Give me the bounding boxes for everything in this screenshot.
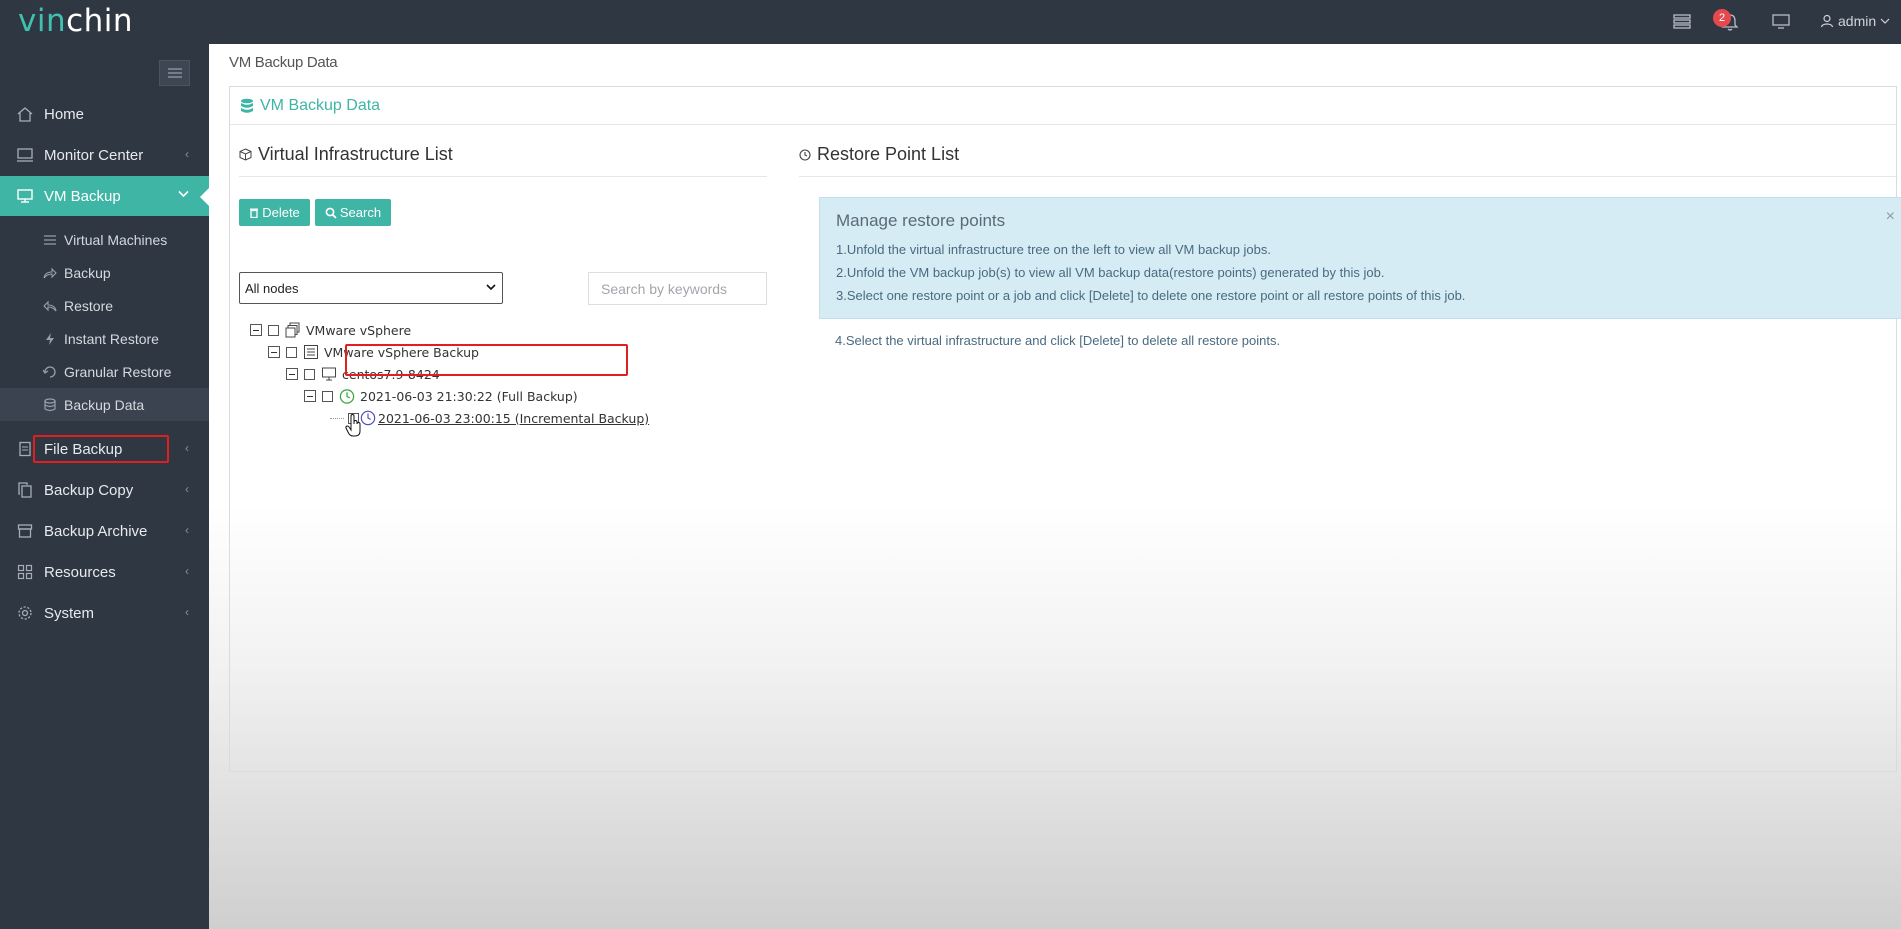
collapse-toggle[interactable] bbox=[286, 368, 298, 380]
chevron-down-icon bbox=[178, 187, 189, 201]
sidebar-subitem-restore[interactable]: Restore bbox=[0, 289, 209, 322]
cube-icon bbox=[239, 148, 252, 161]
search-button[interactable]: Search bbox=[315, 199, 391, 226]
chevron-down-icon bbox=[486, 284, 496, 291]
sidebar-subitem-instant-restore[interactable]: Instant Restore bbox=[0, 322, 209, 355]
tree-checkbox[interactable] bbox=[304, 368, 315, 380]
sidebar-item-backup-archive[interactable]: Backup Archive ‹ bbox=[0, 511, 209, 551]
notification-badge: 2 bbox=[1713, 9, 1731, 27]
sidebar-item-system[interactable]: System ‹ bbox=[0, 593, 209, 633]
sidebar-item-backup-copy[interactable]: Backup Copy ‹ bbox=[0, 470, 209, 510]
sidebar-subitem-virtual-machines[interactable]: Virtual Machines bbox=[0, 223, 209, 256]
bolt-icon bbox=[42, 332, 58, 346]
menu-icon bbox=[167, 68, 182, 78]
breadcrumb: VM Backup Data bbox=[229, 54, 338, 71]
sidebar-item-vm-backup[interactable]: VM Backup bbox=[0, 176, 209, 216]
tree-node-full-backup[interactable]: 2021-06-03 21:30:22 (Full Backup) bbox=[304, 387, 578, 405]
list-icon bbox=[42, 234, 58, 246]
home-icon bbox=[14, 105, 36, 123]
restore-points-info-box: Manage restore points 1.Unfold the virtu… bbox=[819, 197, 1901, 319]
database-icon bbox=[42, 397, 58, 412]
sidebar-toggle-button[interactable] bbox=[159, 60, 190, 86]
user-icon bbox=[1820, 14, 1834, 28]
node-select[interactable]: All nodes bbox=[239, 272, 503, 304]
tree-node-vsphere[interactable]: VMware vSphere bbox=[250, 321, 411, 339]
chevron-left-icon: ‹ bbox=[185, 147, 189, 161]
sidebar-subitem-granular-restore[interactable]: Granular Restore bbox=[0, 355, 209, 388]
panel-title: VM Backup Data bbox=[260, 96, 381, 114]
sidebar-item-resources[interactable]: Resources ‹ bbox=[0, 552, 209, 592]
top-bar: vinchin 2 admin bbox=[0, 0, 1901, 44]
chevron-left-icon: ‹ bbox=[185, 482, 189, 496]
tasks-icon[interactable] bbox=[1672, 12, 1694, 32]
backup-data-highlight-box bbox=[33, 435, 169, 463]
panel-header: VM Backup Data bbox=[230, 87, 1896, 125]
tree-connector bbox=[330, 417, 344, 419]
database-icon bbox=[240, 98, 254, 114]
share-icon bbox=[42, 267, 58, 279]
chevron-down-icon bbox=[1880, 18, 1890, 24]
tree-checkbox[interactable] bbox=[268, 324, 279, 336]
chevron-left-icon: ‹ bbox=[185, 441, 189, 455]
info-line: 1.Unfold the virtual infrastructure tree… bbox=[836, 242, 1271, 257]
search-icon bbox=[325, 207, 337, 219]
collapse-toggle[interactable] bbox=[304, 390, 316, 402]
info-line: 2.Unfold the VM backup job(s) to view al… bbox=[836, 265, 1385, 280]
tree-checkbox[interactable] bbox=[286, 346, 297, 358]
copy-icon bbox=[14, 481, 36, 499]
screen-icon[interactable] bbox=[1771, 12, 1793, 32]
vinchin-logo[interactable]: vinchin bbox=[18, 3, 133, 39]
info-title: Manage restore points bbox=[836, 211, 1006, 230]
sidebar-subitem-backup-data[interactable]: Backup Data bbox=[0, 388, 209, 421]
job-list-icon bbox=[303, 344, 319, 360]
undo-icon bbox=[42, 365, 58, 378]
desktop-icon bbox=[14, 187, 36, 205]
monitor-icon bbox=[14, 146, 36, 164]
tree-checkbox[interactable] bbox=[322, 390, 333, 402]
reply-icon bbox=[42, 300, 58, 312]
archive-icon bbox=[14, 522, 36, 540]
sidebar-subitem-backup[interactable]: Backup bbox=[0, 256, 209, 289]
gear-icon bbox=[14, 604, 36, 622]
grid-icon bbox=[14, 563, 36, 581]
clock-icon bbox=[339, 388, 355, 404]
backup-data-panel: VM Backup Data Virtual Infrastructure Li… bbox=[229, 86, 1901, 772]
delete-button[interactable]: Delete bbox=[239, 199, 310, 226]
incremental-backup-highlight-box bbox=[345, 344, 628, 376]
chevron-left-icon: ‹ bbox=[185, 605, 189, 619]
user-name: admin bbox=[1838, 13, 1877, 29]
chevron-left-icon: ‹ bbox=[185, 523, 189, 537]
sidebar-item-home[interactable]: Home bbox=[0, 94, 209, 134]
info-line: 4.Select the virtual infrastructure and … bbox=[835, 333, 1281, 348]
active-indicator bbox=[200, 188, 209, 206]
main-content: VM Backup Data VM Backup Data Virtual In… bbox=[209, 44, 1901, 929]
search-input[interactable] bbox=[588, 272, 767, 305]
close-icon[interactable]: × bbox=[1886, 208, 1895, 226]
collapse-toggle[interactable] bbox=[250, 324, 262, 336]
info-line: 3.Select one restore point or a job and … bbox=[836, 288, 1466, 303]
computer-icon bbox=[321, 366, 337, 382]
sidebar: Home Monitor Center ‹ VM Backup Virtual … bbox=[0, 44, 209, 929]
user-menu[interactable]: admin bbox=[1820, 13, 1890, 29]
tree-node-incremental-backup[interactable]: 2021-06-03 23:00:15 (Incremental Backup) bbox=[330, 409, 649, 427]
divider bbox=[239, 176, 767, 177]
hand-cursor-icon bbox=[345, 413, 363, 441]
collapse-toggle[interactable] bbox=[268, 346, 280, 358]
servers-icon bbox=[285, 322, 301, 338]
trash-icon bbox=[250, 208, 259, 218]
clock-icon bbox=[799, 148, 811, 161]
virtual-infrastructure-heading: Virtual Infrastructure List bbox=[239, 144, 453, 165]
divider bbox=[799, 176, 1898, 177]
sidebar-item-monitor-center[interactable]: Monitor Center ‹ bbox=[0, 135, 209, 175]
restore-point-heading: Restore Point List bbox=[799, 144, 959, 165]
chevron-left-icon: ‹ bbox=[185, 564, 189, 578]
